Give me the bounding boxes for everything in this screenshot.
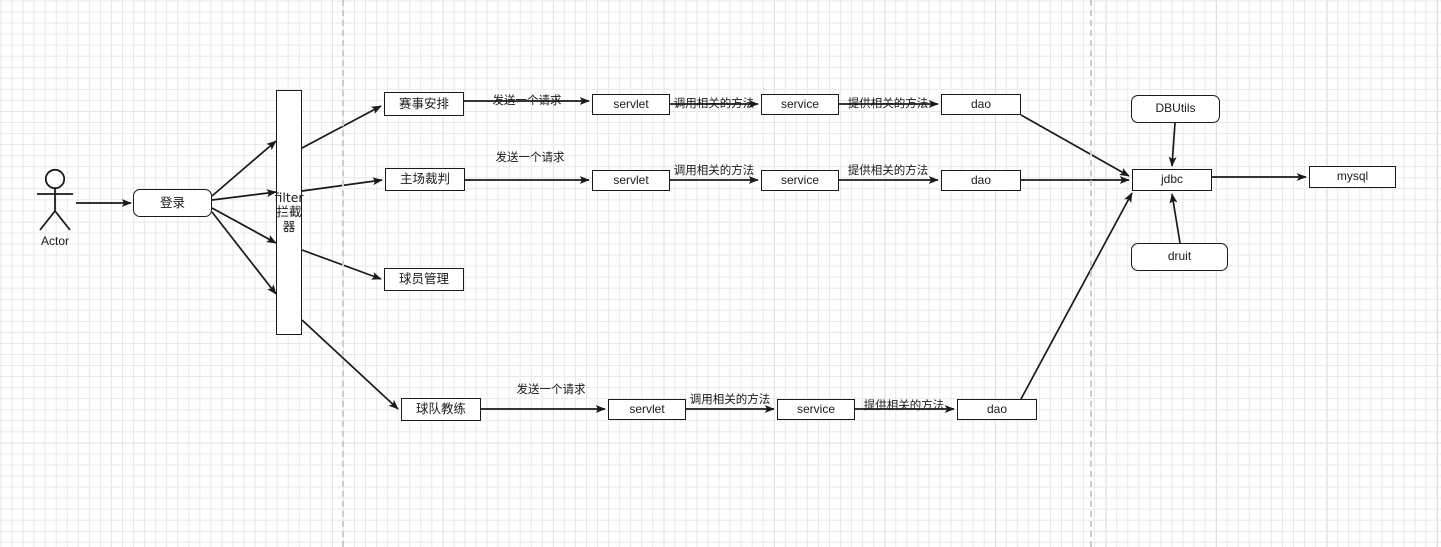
edge-filter-to-coach (301, 319, 399, 410)
login-node[interactable]: 登录 (133, 189, 212, 217)
edge-dbutils-to-jdbc (1168, 122, 1177, 167)
team-coach-node[interactable]: 球队教练 (401, 398, 481, 421)
edge-label-call-method-2: 调用相关的方法 (673, 163, 755, 177)
druit-node[interactable]: druit (1131, 243, 1228, 271)
edge-label-send-request-1: 发送一个请求 (492, 93, 562, 107)
servlet-node-2[interactable]: servlet (592, 170, 670, 191)
edge-label-provide-method-2: 提供相关的方法 (847, 163, 929, 177)
edge-label-send-request-2: 发送一个请求 (495, 150, 565, 164)
edge-druit-to-jdbc (1169, 193, 1181, 244)
edge-layer (76, 97, 1307, 413)
actor-icon (37, 168, 73, 231)
home-referee-node[interactable]: 主场裁判 (385, 168, 465, 191)
edge-login-to-filter-4 (211, 211, 277, 295)
dao-node-2[interactable]: dao (941, 170, 1021, 191)
edge-label-call-method-3: 调用相关的方法 (689, 392, 771, 406)
edge-label-call-method-1: 调用相关的方法 (673, 96, 755, 110)
edge-label-provide-method-1: 提供相关的方法 (847, 96, 929, 110)
dao-node-1[interactable]: dao (941, 94, 1021, 115)
dao-node-3[interactable]: dao (957, 399, 1037, 420)
service-node-2[interactable]: service (761, 170, 839, 191)
service-node-1[interactable]: service (761, 94, 839, 115)
edge-dao3-to-jdbc (1020, 192, 1133, 400)
diagram-canvas[interactable]: Actor 登录 filter 拦截 器 赛事安排主场裁判球员管理球队教练 servl… (0, 0, 1441, 547)
servlet-node-1[interactable]: servlet (592, 94, 670, 115)
actor-label: Actor (40, 234, 70, 248)
dbutils-node[interactable]: DBUtils (1131, 95, 1220, 123)
player-management-node[interactable]: 球员管理 (384, 268, 464, 291)
page-break-left (342, 0, 344, 547)
edge-label-provide-method-3: 提供相关的方法 (863, 398, 945, 412)
edge-login-to-filter-2 (211, 189, 277, 201)
servlet-node-3[interactable]: servlet (608, 399, 686, 420)
filter-interceptor-node[interactable]: filter 拦截 器 (274, 90, 304, 335)
edge-login-to-filter-1 (211, 140, 277, 197)
match-schedule-node[interactable]: 赛事安排 (384, 92, 464, 116)
edge-login-to-filter-3 (211, 207, 277, 244)
edge-dao1-to-jdbc (1020, 114, 1130, 177)
mysql-node[interactable]: mysql (1309, 166, 1396, 188)
page-break-right (1090, 0, 1092, 547)
service-node-3[interactable]: service (777, 399, 855, 420)
edge-label-send-request-3: 发送一个请求 (516, 382, 586, 396)
jdbc-node[interactable]: jdbc (1132, 169, 1212, 191)
